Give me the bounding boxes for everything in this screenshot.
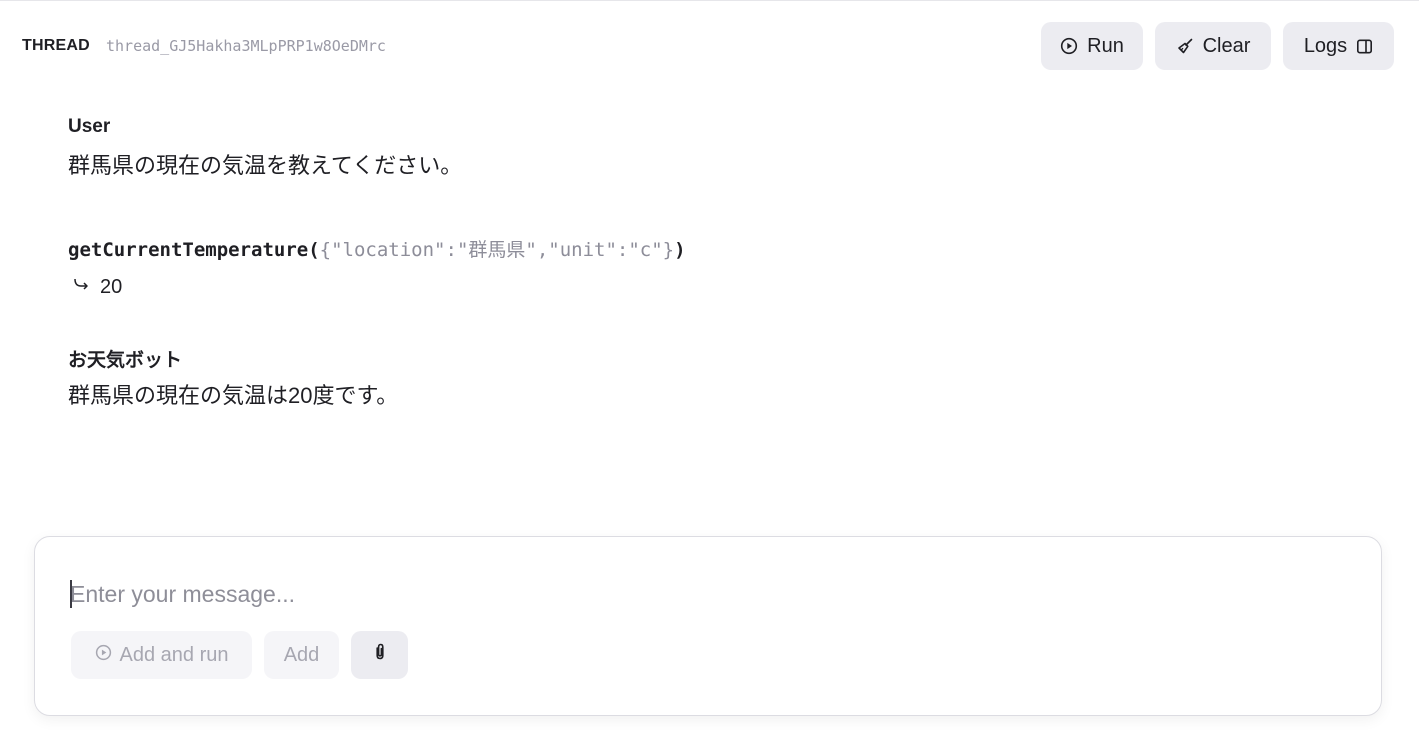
add-and-run-button[interactable]: Add and run (71, 631, 252, 679)
text-caret (70, 580, 72, 608)
message-input[interactable] (70, 576, 1350, 612)
logs-button-label: Logs (1303, 34, 1348, 57)
broom-icon (1176, 37, 1194, 55)
clear-button-label: Clear (1202, 34, 1251, 57)
add-and-run-label: Add and run (119, 643, 229, 666)
message-role-assistant: お天気ボット (68, 350, 183, 371)
add-button[interactable]: Add (264, 631, 339, 679)
thread-id: thread_GJ5Hakha3MLpPRP1w8OeDMrc (106, 37, 386, 55)
attach-button[interactable] (351, 631, 408, 679)
function-result-value: 20 (100, 276, 123, 298)
play-circle-icon (1060, 37, 1078, 55)
run-button-label: Run (1087, 34, 1124, 57)
function-result: 20 (72, 276, 122, 299)
clear-button[interactable]: Clear (1155, 22, 1271, 70)
paperclip-icon (372, 642, 388, 668)
run-button[interactable]: Run (1041, 22, 1143, 70)
function-call: getCurrentTemperature({"location":"群馬県",… (68, 235, 686, 262)
thread-label: THREAD (22, 37, 90, 54)
message-composer (34, 536, 1382, 716)
function-close-paren: ) (674, 239, 686, 261)
add-button-label: Add (283, 643, 320, 666)
function-args: {"location":"群馬県","unit":"c"} (319, 239, 675, 261)
logs-button[interactable]: Logs (1283, 22, 1394, 70)
function-name: getCurrentTemperature( (68, 239, 320, 261)
message-text-user: 群馬県の現在の気温を教えてください。 (68, 153, 463, 178)
play-circle-icon (95, 644, 112, 667)
message-role-user: User (68, 116, 111, 137)
return-arrow-icon (72, 276, 90, 299)
top-divider (0, 0, 1419, 1)
sidebar-panel-icon (1356, 38, 1373, 55)
message-text-assistant: 群馬県の現在の気温は20度です。 (68, 383, 399, 408)
